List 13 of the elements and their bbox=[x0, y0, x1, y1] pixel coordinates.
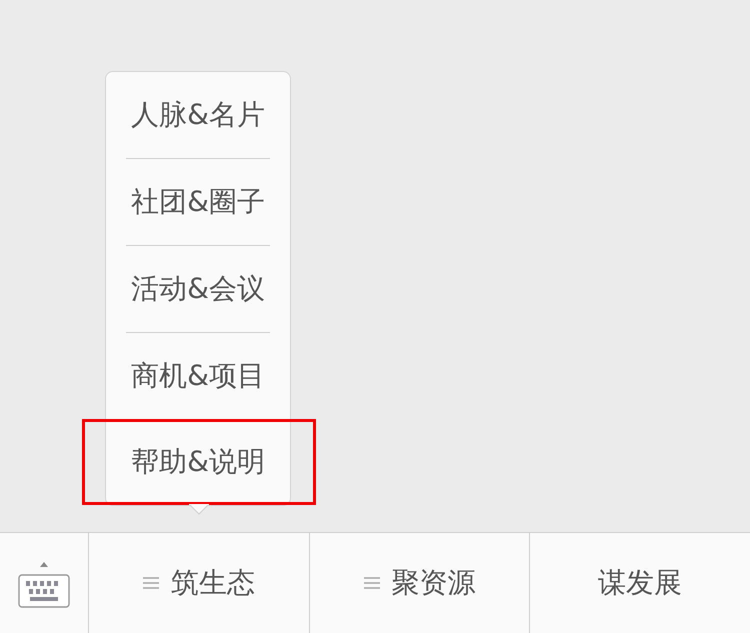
tab-label: 聚资源 bbox=[392, 565, 476, 601]
menu-item[interactable]: 人脉&名片 bbox=[126, 72, 270, 159]
menu-item[interactable]: 活动&会议 bbox=[126, 246, 270, 333]
menu-item[interactable]: 帮助&说明 bbox=[126, 419, 270, 505]
tab-label: 谋发展 bbox=[598, 565, 682, 601]
menu-tab[interactable]: 聚资源 bbox=[310, 533, 530, 633]
tab-label: 筑生态 bbox=[170, 565, 255, 601]
menu-item[interactable]: 社团&圈子 bbox=[126, 159, 270, 246]
menu-tab[interactable]: 筑生态 bbox=[89, 533, 310, 633]
menu-tab[interactable]: 谋发展 bbox=[530, 533, 750, 633]
menu-icon bbox=[364, 576, 380, 590]
menu-icon bbox=[142, 576, 159, 590]
menu-item[interactable]: 商机&项目 bbox=[126, 333, 270, 419]
